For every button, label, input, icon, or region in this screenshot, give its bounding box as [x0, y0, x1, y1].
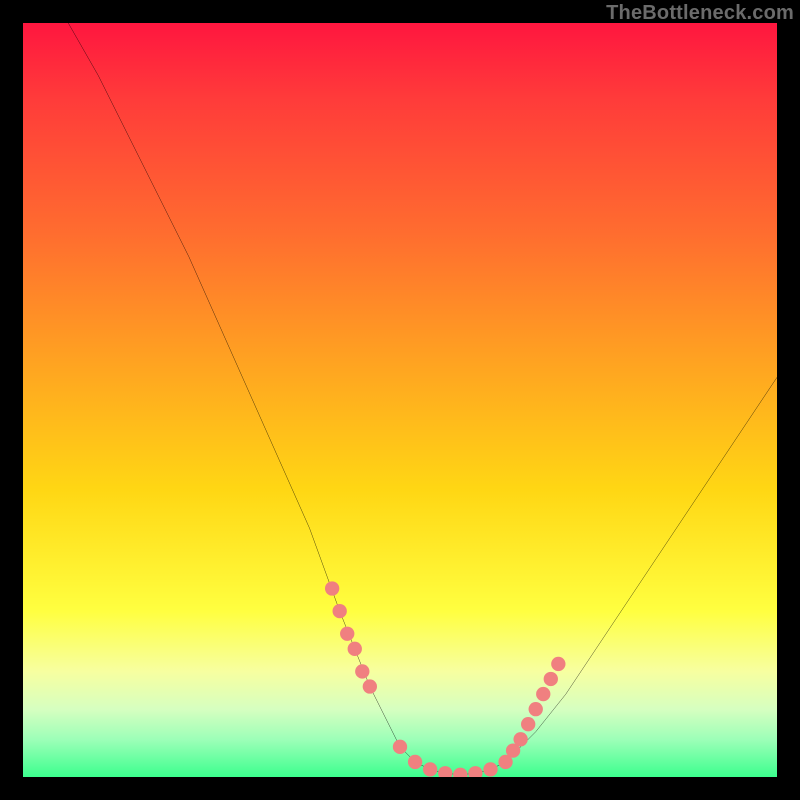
- marker-point: [453, 768, 467, 777]
- chart-frame: TheBottleneck.com: [0, 0, 800, 800]
- marker-point: [348, 642, 362, 656]
- marker-point: [483, 762, 497, 776]
- marker-point: [355, 664, 369, 678]
- attribution-text: TheBottleneck.com: [606, 2, 794, 25]
- marker-point: [325, 581, 339, 595]
- marker-point: [529, 702, 543, 716]
- marker-point: [536, 687, 550, 701]
- marker-point: [438, 766, 452, 777]
- marker-point: [468, 766, 482, 777]
- marker-point: [333, 604, 347, 618]
- curve-layer: [23, 23, 777, 777]
- plot-area: [23, 23, 777, 777]
- marker-point: [423, 762, 437, 776]
- marker-point: [363, 679, 377, 693]
- marker-point: [551, 657, 565, 671]
- marker-point: [544, 672, 558, 686]
- marker-point: [340, 627, 354, 641]
- bottleneck-curve: [68, 23, 777, 775]
- marker-point: [393, 740, 407, 754]
- marker-cluster: [325, 581, 566, 777]
- marker-point: [408, 755, 422, 769]
- marker-point: [521, 717, 535, 731]
- marker-point: [513, 732, 527, 746]
